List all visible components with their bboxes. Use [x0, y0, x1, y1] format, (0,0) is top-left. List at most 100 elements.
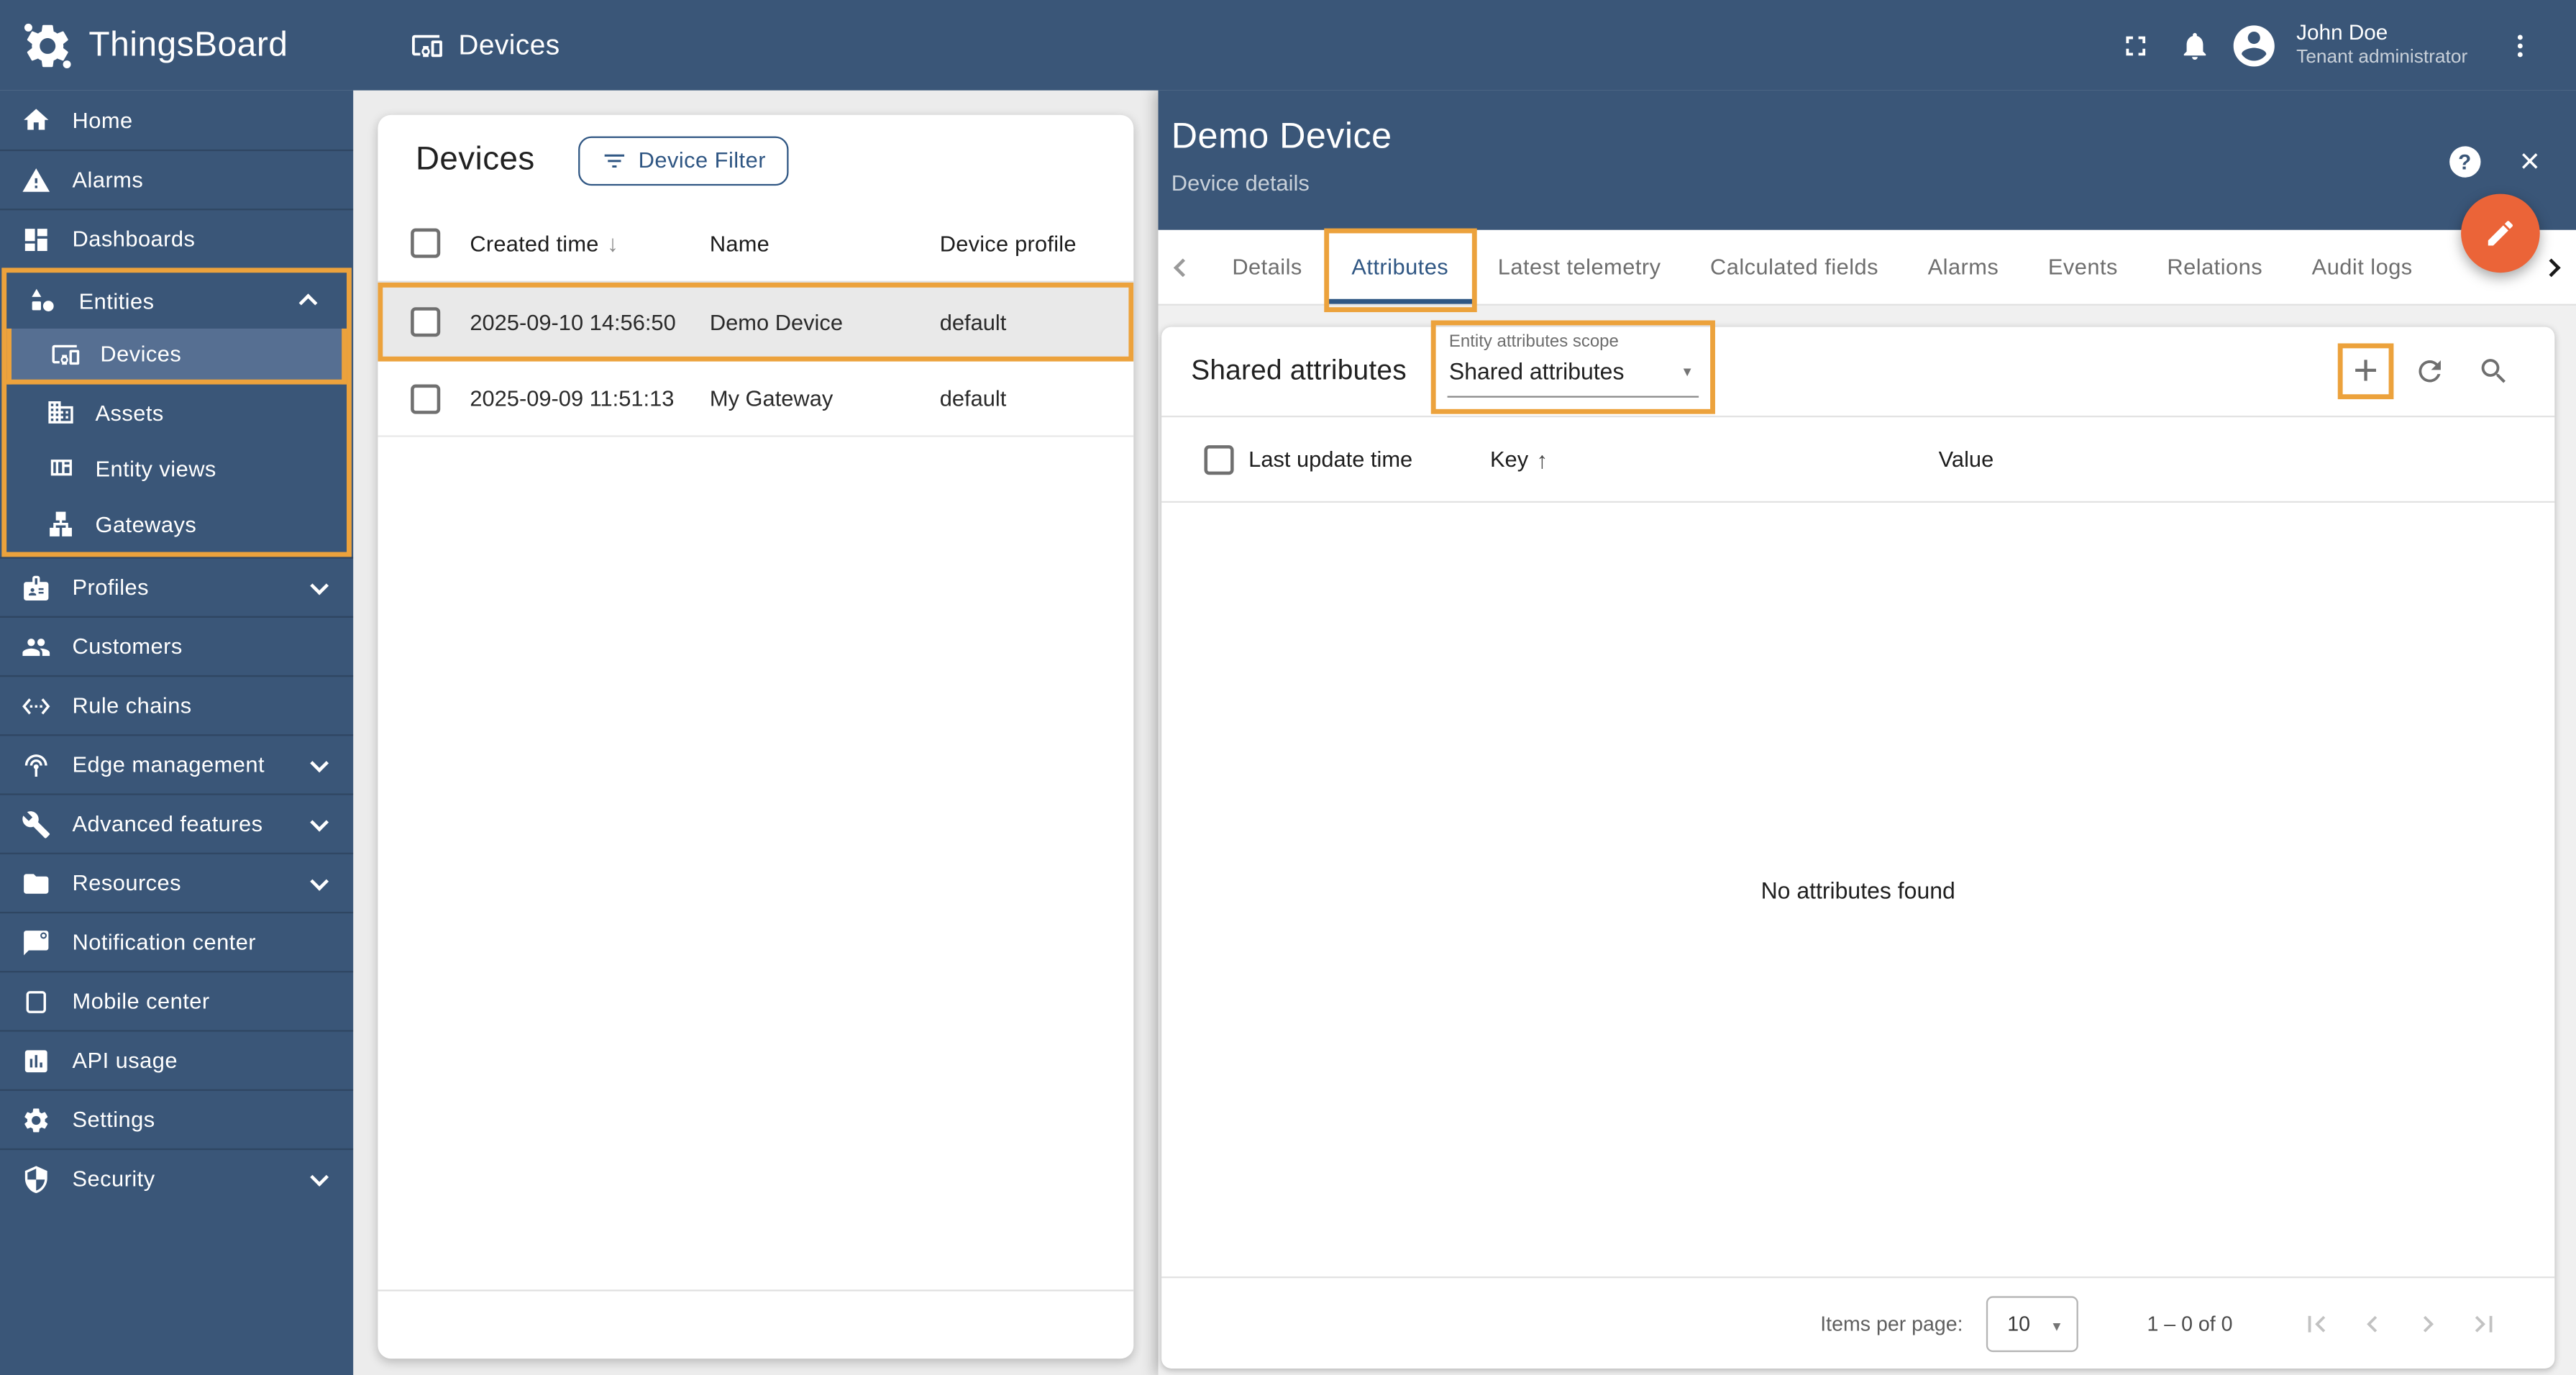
pencil-edit-icon — [2488, 221, 2513, 246]
user-name: John Doe — [2296, 19, 2388, 45]
notifications-button[interactable] — [2165, 16, 2224, 75]
profiles-badge-icon — [24, 575, 49, 600]
chevron-up-icon — [298, 293, 318, 313]
last-page-button[interactable] — [2456, 1295, 2512, 1351]
device-row-demo-device[interactable]: 2025-09-10 14:56:50 Demo Device default — [378, 282, 1134, 362]
sidebar-item-customers[interactable]: Customers — [0, 616, 354, 675]
entities-shapes-icon — [32, 288, 54, 311]
chevron-left-icon — [1173, 257, 1192, 277]
app-name: ThingsBoard — [88, 25, 288, 63]
sidebar-item-dashboards[interactable]: Dashboards — [0, 209, 354, 268]
chevron-down-icon — [310, 1166, 329, 1186]
tab-alarms[interactable]: Alarms — [1903, 230, 2023, 304]
column-device-profile[interactable]: Device profile — [940, 231, 1134, 255]
tab-latest-telemetry[interactable]: Latest telemetry — [1473, 230, 1685, 304]
chevron-down-icon — [310, 812, 329, 831]
sidebar-item-resources[interactable]: Resources — [0, 852, 354, 912]
sidebar-item-gateways[interactable]: Gateways — [6, 496, 347, 552]
chevron-left-icon — [2367, 1315, 2378, 1332]
chevron-down-icon — [310, 575, 329, 595]
tab-events[interactable]: Events — [2024, 230, 2143, 304]
annotation-box-entities-group: Entities Devices Assets Entity views Gat… — [1, 268, 352, 557]
sort-asc-icon: ↑ — [1536, 446, 1548, 472]
tab-audit-logs[interactable]: Audit logs — [2287, 230, 2437, 304]
page-title: Devices — [458, 28, 560, 60]
page-size-select[interactable]: 10 ▼ — [1986, 1295, 2078, 1351]
column-name[interactable]: Name — [710, 231, 940, 255]
fullscreen-button[interactable] — [2106, 16, 2165, 75]
tabs-scroll-left-button[interactable] — [1159, 230, 1208, 304]
previous-page-button[interactable] — [2344, 1295, 2401, 1351]
sidebar-item-settings[interactable]: Settings — [0, 1089, 354, 1148]
row-checkbox[interactable] — [411, 307, 441, 337]
attributes-toolbar: Shared attributes Entity attributes scop… — [1161, 320, 2554, 416]
tab-relations[interactable]: Relations — [2142, 230, 2287, 304]
settings-gear-icon — [24, 1107, 48, 1132]
edge-management-icon — [24, 753, 47, 776]
devices-icon — [52, 344, 80, 365]
sidebar-item-rule-chains[interactable]: Rule chains — [0, 675, 354, 734]
sidebar-item-mobile-center[interactable]: Mobile center — [0, 971, 354, 1030]
select-underline — [1447, 396, 1699, 398]
row-checkbox[interactable] — [411, 383, 441, 414]
chevron-right-icon — [2423, 1315, 2434, 1332]
annotation-box-scope-select: Entity attributes scope Shared attribute… — [1430, 320, 1715, 414]
user-menu-button[interactable] — [2224, 16, 2283, 75]
column-last-update-time[interactable]: Last update time — [1248, 447, 1490, 471]
sidebar-item-alarms[interactable]: Alarms — [0, 149, 354, 209]
more-menu-button[interactable] — [2490, 16, 2549, 75]
sidebar-item-security[interactable]: Security — [0, 1148, 354, 1207]
search-button[interactable] — [2466, 343, 2522, 399]
close-button[interactable]: × — [2520, 145, 2540, 179]
sidebar-item-home[interactable]: Home — [0, 91, 353, 150]
devices-table-footer — [378, 1289, 1134, 1358]
chevron-right-icon — [2541, 257, 2561, 277]
scope-select-label: Entity attributes scope — [1448, 332, 1619, 352]
select-all-checkbox[interactable] — [1204, 444, 1234, 475]
pagination-range: 1 – 0 of 0 — [2147, 1312, 2233, 1335]
devices-card-header: Devices Device Filter — [378, 115, 1133, 206]
tab-calculated-fields[interactable]: Calculated fields — [1686, 230, 1904, 304]
column-key[interactable]: Key ↑ — [1490, 446, 1939, 472]
sidebar-item-api-usage[interactable]: API usage — [0, 1030, 354, 1089]
select-all-checkbox[interactable] — [411, 228, 441, 258]
first-page-button[interactable] — [2288, 1295, 2344, 1351]
details-tabs: Details Attributes Latest telemetry Calc… — [1158, 228, 2576, 313]
api-usage-chart-icon — [24, 1049, 47, 1072]
top-bar-actions: John Doe Tenant administrator — [2106, 16, 2576, 75]
first-page-icon — [2308, 1315, 2326, 1332]
device-filter-button[interactable]: Device Filter — [577, 135, 789, 185]
add-attribute-button[interactable]: + — [2337, 343, 2394, 400]
column-created-time[interactable]: Created time ↓ — [470, 230, 710, 257]
edit-device-fab[interactable] — [2461, 193, 2540, 273]
avatar — [2233, 24, 2275, 66]
sidebar-item-notification-center[interactable]: Notification center — [0, 911, 354, 971]
rule-chains-icon — [22, 697, 50, 714]
devices-card-title: Devices — [415, 141, 535, 178]
next-page-button[interactable] — [2401, 1295, 2457, 1351]
sidebar-item-entity-views[interactable]: Entity views — [6, 440, 347, 496]
sidebar-item-advanced-features[interactable]: Advanced features — [0, 793, 354, 852]
help-button[interactable]: ? — [2449, 146, 2480, 178]
dashboards-icon — [24, 227, 47, 250]
device-row-my-gateway[interactable]: 2025-09-09 11:51:13 My Gateway default — [378, 362, 1134, 437]
notification-center-icon — [24, 929, 49, 955]
dropdown-arrow-icon: ▼ — [1681, 365, 1694, 380]
sidebar-item-profiles[interactable]: Profiles — [0, 557, 354, 616]
assets-building-icon — [48, 401, 73, 424]
sidebar-item-devices[interactable]: Devices — [6, 328, 347, 385]
refresh-button[interactable] — [2402, 343, 2458, 399]
pagination-nav — [2288, 1295, 2512, 1351]
column-value: Value — [1938, 447, 1994, 472]
sidebar-item-entities[interactable]: Entities — [6, 273, 347, 329]
devices-table-header: Created time ↓ Name Device profile — [378, 206, 1134, 283]
sidebar-item-assets[interactable]: Assets — [6, 385, 347, 441]
tab-attributes[interactable]: Attributes — [1323, 228, 1477, 313]
resources-folder-icon — [24, 873, 49, 893]
scope-select[interactable]: Shared attributes — [1449, 358, 1625, 385]
home-icon — [24, 109, 49, 130]
tab-details[interactable]: Details — [1207, 230, 1327, 304]
devices-page-icon — [411, 29, 444, 62]
app-logo[interactable]: ThingsBoard — [0, 19, 353, 71]
sidebar-item-edge-management[interactable]: Edge management — [0, 734, 354, 793]
